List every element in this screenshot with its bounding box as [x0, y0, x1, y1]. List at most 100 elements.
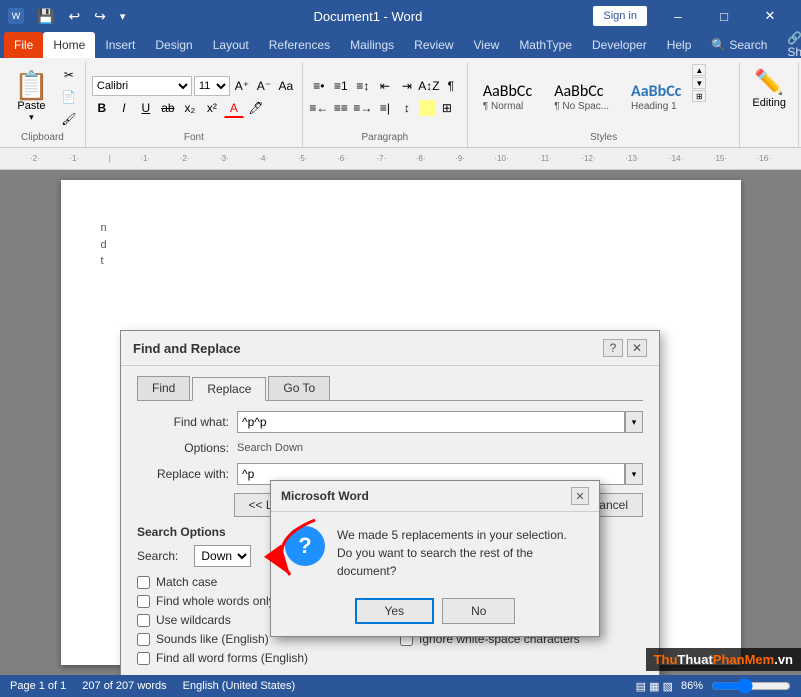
dialog-help-btn[interactable]: ?	[603, 339, 623, 357]
tab-replace[interactable]: Replace	[192, 377, 266, 401]
tab-references[interactable]: References	[259, 32, 340, 58]
alert-message-line1: We made 5 replacements in your selection…	[337, 526, 585, 544]
minimize-button[interactable]: –	[655, 0, 701, 32]
tab-find[interactable]: Find	[137, 376, 190, 400]
style-normal[interactable]: AaBbCc ¶ Normal	[474, 79, 541, 115]
format-painter-button[interactable]: 🖌	[59, 109, 79, 129]
paste-icon: 📋	[14, 72, 49, 100]
editing-icon: ✏️	[754, 68, 784, 97]
replace-with-dropdown[interactable]: ▾	[625, 463, 643, 485]
font-size-select[interactable]: 11	[194, 76, 230, 96]
find-what-dropdown[interactable]: ▾	[625, 411, 643, 433]
decrease-indent-btn[interactable]: ⇤	[375, 76, 395, 96]
tab-help[interactable]: Help	[657, 32, 702, 58]
tab-goto[interactable]: Go To	[268, 376, 330, 400]
highlight-btn[interactable]: 🖊	[246, 98, 266, 118]
editing-group: ✏️ Editing	[742, 62, 799, 147]
style-nospacing[interactable]: AaBbCc ¶ No Spac...	[545, 79, 618, 115]
alert-yes-btn[interactable]: Yes	[355, 598, 435, 624]
dialog-tabs: Find Replace Go To	[137, 376, 643, 401]
styles-scroll-down[interactable]: ▼	[692, 77, 706, 89]
tab-home[interactable]: Home	[43, 32, 95, 58]
align-right-btn[interactable]: ≡→	[353, 98, 373, 118]
bold-button[interactable]: B	[92, 98, 112, 118]
cut-button[interactable]: ✂	[59, 65, 79, 85]
alert-buttons: Yes No	[271, 590, 599, 636]
paragraph-content: ≡• ≡1 ≡↕ ⇤ ⇥ A↕Z ¶ ≡← ≡≡ ≡→ ≡| ↕ ⊞	[309, 64, 461, 130]
font-grow-btn[interactable]: A⁺	[232, 76, 252, 96]
font-family-select[interactable]: Calibri	[92, 76, 192, 96]
tab-review[interactable]: Review	[404, 32, 463, 58]
align-left-btn[interactable]: ≡←	[309, 98, 329, 118]
font-label: Font	[92, 130, 296, 145]
zoom-slider[interactable]	[711, 680, 791, 692]
font-color-btn[interactable]: A	[224, 98, 244, 118]
quick-undo-btn[interactable]: ↩	[63, 5, 85, 28]
multilevel-btn[interactable]: ≡↕	[353, 76, 373, 96]
clipboard-label: Clipboard	[6, 130, 79, 145]
underline-button[interactable]: U	[136, 98, 156, 118]
tab-view[interactable]: View	[464, 32, 510, 58]
styles-scroll-up[interactable]: ▲	[692, 64, 706, 76]
alert-no-btn[interactable]: No	[442, 598, 515, 624]
italic-button[interactable]: I	[114, 98, 134, 118]
paste-button[interactable]: 📋 Paste ▾	[6, 70, 57, 125]
doc-line3: t	[101, 253, 701, 270]
tab-search[interactable]: 🔍Search	[701, 32, 777, 58]
word-count: 207 of 207 words	[82, 680, 166, 692]
quick-save-btn[interactable]: 💾	[32, 5, 59, 28]
find-what-input[interactable]	[237, 411, 625, 433]
justify-btn[interactable]: ≡|	[375, 98, 395, 118]
sounds-like-checkbox[interactable]	[137, 633, 150, 646]
style-nospacing-label: ¶ No Spac...	[554, 101, 609, 112]
search-direction-select[interactable]: Down Up All	[194, 545, 251, 567]
close-button[interactable]: ✕	[747, 0, 793, 32]
dialog-close-btn[interactable]: ✕	[627, 339, 647, 357]
quick-more-btn[interactable]: ▾	[115, 7, 131, 26]
font-shrink-btn[interactable]: A⁻	[254, 76, 274, 96]
font-row1: Calibri 11 A⁺ A⁻ Aa	[92, 76, 296, 96]
strikethrough-button[interactable]: ab	[158, 98, 178, 118]
numbering-btn[interactable]: ≡1	[331, 76, 351, 96]
borders-btn[interactable]: ⊞	[437, 98, 457, 118]
show-formatting-btn[interactable]: ¶	[441, 76, 461, 96]
style-normal-preview: AaBbCc	[483, 82, 532, 101]
bullets-btn[interactable]: ≡•	[309, 76, 329, 96]
copy-button[interactable]: 📄	[59, 87, 79, 107]
zoom-level: 86%	[681, 680, 703, 692]
styles-label: Styles	[474, 130, 733, 145]
maximize-button[interactable]: □	[701, 0, 747, 32]
tab-layout[interactable]: Layout	[203, 32, 259, 58]
tab-share[interactable]: 🔗 Share	[777, 32, 801, 58]
find-whole-words-checkbox[interactable]	[137, 595, 150, 608]
styles-expand[interactable]: ⊞	[692, 90, 706, 102]
tab-design[interactable]: Design	[145, 32, 202, 58]
increase-indent-btn[interactable]: ⇥	[397, 76, 417, 96]
tab-developer[interactable]: Developer	[582, 32, 657, 58]
find-all-word-row: Find all word forms (English)	[137, 651, 380, 665]
editing-button[interactable]: ✏️ Editing	[752, 68, 786, 109]
shading-btn[interactable]	[419, 100, 435, 116]
tab-file[interactable]: File	[4, 32, 43, 58]
superscript-button[interactable]: x²	[202, 98, 222, 118]
sort-btn[interactable]: A↕Z	[419, 76, 439, 96]
tab-mathtype[interactable]: MathType	[509, 32, 582, 58]
find-all-word-checkbox[interactable]	[137, 652, 150, 665]
clear-format-btn[interactable]: Aa	[276, 76, 296, 96]
use-wildcards-label: Use wildcards	[156, 613, 231, 627]
match-case-checkbox[interactable]	[137, 576, 150, 589]
line-spacing-btn[interactable]: ↕	[397, 98, 417, 118]
use-wildcards-checkbox[interactable]	[137, 614, 150, 627]
style-heading1[interactable]: AaBbCc Heading 1	[622, 79, 690, 115]
align-center-btn[interactable]: ≡≡	[331, 98, 351, 118]
alert-close-btn[interactable]: ✕	[571, 487, 589, 505]
paragraph-group: ≡• ≡1 ≡↕ ⇤ ⇥ A↕Z ¶ ≡← ≡≡ ≡→ ≡| ↕ ⊞	[305, 62, 468, 147]
search-label: Search:	[137, 549, 186, 563]
subscript-button[interactable]: x₂	[180, 98, 200, 118]
ruler: ·2··1·|·1··2··3··4··5··6··7··8··9··10··1…	[0, 148, 801, 170]
window-title: Document1 - Word	[142, 9, 593, 24]
tab-insert[interactable]: Insert	[95, 32, 145, 58]
quick-redo-btn[interactable]: ↪	[89, 5, 111, 28]
tab-mailings[interactable]: Mailings	[340, 32, 404, 58]
signin-button[interactable]: Sign in	[593, 6, 647, 26]
